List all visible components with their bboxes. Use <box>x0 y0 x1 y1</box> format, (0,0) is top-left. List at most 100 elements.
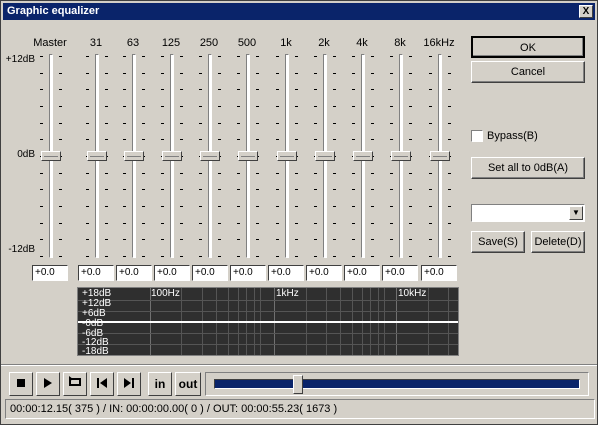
slider-tick <box>218 73 221 74</box>
graph-x-label: 1kHz <box>276 288 299 299</box>
set-all-0db-button[interactable]: Set all to 0dB(A) <box>471 157 585 179</box>
band-value-31[interactable]: +0.0 <box>78 265 114 281</box>
slider-tick <box>180 173 183 174</box>
slider-tick <box>86 56 89 57</box>
slider-tick <box>218 106 221 107</box>
slider-tick <box>105 206 108 207</box>
slider-tick <box>161 223 164 224</box>
slider-tick <box>59 206 62 207</box>
slider-tick <box>218 139 221 140</box>
slider-tick <box>123 123 126 124</box>
slider-tick <box>199 139 202 140</box>
slider-tick <box>314 189 317 190</box>
step-forward-icon <box>124 378 134 388</box>
chevron-down-icon[interactable]: ▼ <box>569 206 583 220</box>
band-value-250[interactable]: +0.0 <box>192 265 228 281</box>
slider-tick <box>161 123 164 124</box>
slider-tick <box>314 123 317 124</box>
slider-tick <box>180 106 183 107</box>
slider-tick <box>86 89 89 90</box>
slider-thumb-31[interactable] <box>87 151 107 161</box>
slider-tick <box>352 189 355 190</box>
slider-tick <box>180 189 183 190</box>
slider-thumb-8k[interactable] <box>391 151 411 161</box>
slider-tick <box>333 189 336 190</box>
slider-tick <box>256 173 259 174</box>
slider-thumb-250[interactable] <box>200 151 220 161</box>
slider-tick <box>237 73 240 74</box>
slider-tick <box>314 89 317 90</box>
play-button[interactable] <box>36 372 60 396</box>
slider-tick <box>86 73 89 74</box>
slider-tick <box>371 123 374 124</box>
seek-slider[interactable] <box>205 372 589 396</box>
step-forward-button[interactable] <box>117 372 141 396</box>
band-value-8k[interactable]: +0.0 <box>382 265 418 281</box>
in-point-button[interactable]: in <box>148 372 172 396</box>
band-value-500[interactable]: +0.0 <box>230 265 266 281</box>
band-value-16khz[interactable]: +0.0 <box>421 265 457 281</box>
slider-thumb-16khz[interactable] <box>430 151 450 161</box>
slider-tick <box>180 89 183 90</box>
slider-tick <box>314 206 317 207</box>
slider-tick <box>123 223 126 224</box>
slider-thumb-master[interactable] <box>41 151 61 161</box>
step-back-button[interactable] <box>90 372 114 396</box>
grid-line <box>78 300 458 301</box>
slider-tick <box>237 173 240 174</box>
slider-tick <box>123 173 126 174</box>
slider-tick <box>199 89 202 90</box>
slider-tick <box>86 239 89 240</box>
slider-tick <box>256 223 259 224</box>
grid-line <box>78 344 458 345</box>
slider-tick <box>429 123 432 124</box>
delete-button[interactable]: Delete(D) <box>531 231 585 253</box>
slider-tick <box>314 106 317 107</box>
slider-tick <box>429 56 432 57</box>
slider-tick <box>390 139 393 140</box>
slider-thumb-4k[interactable] <box>353 151 373 161</box>
band-value-2k[interactable]: +0.0 <box>306 265 342 281</box>
slider-thumb-500[interactable] <box>238 151 258 161</box>
slider-tick <box>40 189 43 190</box>
slider-tick <box>352 89 355 90</box>
slider-thumb-1k[interactable] <box>277 151 297 161</box>
slider-thumb-63[interactable] <box>124 151 144 161</box>
out-point-button[interactable]: out <box>175 372 201 396</box>
title-bar: Graphic equalizer X <box>3 3 595 20</box>
slider-tick <box>40 223 43 224</box>
slider-tick <box>409 223 412 224</box>
slider-tick <box>237 106 240 107</box>
ok-button[interactable]: OK <box>471 36 585 58</box>
slider-tick <box>59 189 62 190</box>
bypass-label[interactable]: Bypass(B) <box>487 130 538 142</box>
slider-tick <box>295 139 298 140</box>
seek-track[interactable] <box>214 379 580 389</box>
bypass-checkbox[interactable] <box>471 130 483 142</box>
slider-tick <box>105 106 108 107</box>
band-value-master[interactable]: +0.0 <box>32 265 68 281</box>
slider-tick <box>333 106 336 107</box>
band-value-4k[interactable]: +0.0 <box>344 265 380 281</box>
band-value-1k[interactable]: +0.0 <box>268 265 304 281</box>
slider-tick <box>448 123 451 124</box>
close-button[interactable]: X <box>579 5 593 18</box>
slider-tick <box>409 256 412 257</box>
seek-thumb[interactable] <box>293 375 303 394</box>
slider-tick <box>40 239 43 240</box>
loop-button[interactable] <box>63 372 87 396</box>
save-button[interactable]: Save(S) <box>471 231 525 253</box>
slider-tick <box>86 189 89 190</box>
slider-tick <box>59 173 62 174</box>
slider-tick <box>314 223 317 224</box>
band-value-125[interactable]: +0.0 <box>154 265 190 281</box>
slider-tick <box>218 206 221 207</box>
slider-tick <box>142 239 145 240</box>
preset-combobox[interactable]: ▼ <box>471 204 585 222</box>
slider-thumb-125[interactable] <box>162 151 182 161</box>
stop-button[interactable] <box>9 372 33 396</box>
slider-thumb-2k[interactable] <box>315 151 335 161</box>
slider-tick <box>333 123 336 124</box>
band-value-63[interactable]: +0.0 <box>116 265 152 281</box>
cancel-button[interactable]: Cancel <box>471 61 585 83</box>
